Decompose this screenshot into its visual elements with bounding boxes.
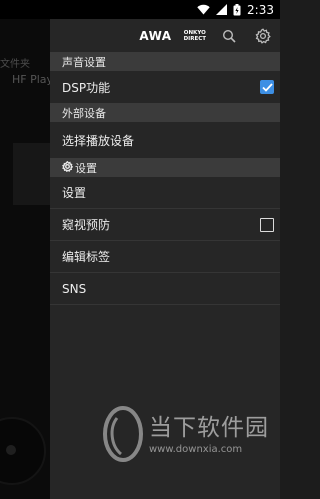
- onkyo-line2: DIRECT: [183, 35, 206, 42]
- peek-prevention-row[interactable]: 窥视预防: [50, 209, 280, 241]
- dsp-function-row[interactable]: DSP功能: [50, 71, 280, 103]
- sns-row[interactable]: SNS: [50, 273, 280, 305]
- awa-button[interactable]: AWA: [139, 29, 171, 43]
- watermark-url: www.downxia.com: [149, 444, 243, 455]
- edit-tags-label: 编辑标签: [62, 250, 111, 264]
- section-settings: 设置: [50, 158, 280, 177]
- watermark-logo-icon: [103, 406, 143, 462]
- select-device-label: 选择播放设备: [62, 133, 135, 148]
- signal-icon: [216, 4, 228, 15]
- wifi-icon: [197, 4, 210, 15]
- dsp-label: DSP功能: [62, 80, 111, 95]
- settings-row[interactable]: 设置: [50, 177, 280, 209]
- watermark-text: 当下软件园: [149, 415, 269, 441]
- peek-prevention-label: 窥视预防: [62, 218, 111, 232]
- battery-icon: [233, 3, 241, 16]
- scrim[interactable]: [0, 19, 50, 499]
- status-bar: 2:33: [0, 0, 280, 19]
- select-playback-device-row[interactable]: 选择播放设备: [50, 122, 280, 158]
- section-settings-label: 设置: [75, 161, 97, 175]
- section-external-devices: 外部设备: [50, 103, 280, 122]
- settings-label: 设置: [62, 186, 87, 200]
- status-time: 2:33: [247, 2, 274, 17]
- gear-small-icon: [62, 160, 74, 175]
- gear-icon[interactable]: [252, 25, 274, 47]
- check-icon: [261, 82, 273, 92]
- onkyo-direct-button[interactable]: ONKYO DIRECT: [184, 30, 206, 42]
- sns-label: SNS: [62, 281, 87, 296]
- drawer-header: AWA ONKYO DIRECT: [50, 19, 280, 52]
- background-app: 文件夹 HF Play: [0, 19, 50, 499]
- section-sound-settings: 声音设置: [50, 52, 280, 71]
- watermark: 当下软件园 www.downxia.com: [101, 404, 281, 484]
- edit-tags-row[interactable]: 编辑标签: [50, 241, 280, 273]
- dsp-checkbox[interactable]: [260, 80, 274, 94]
- peek-prevention-checkbox[interactable]: [260, 217, 274, 232]
- search-icon[interactable]: [218, 25, 240, 47]
